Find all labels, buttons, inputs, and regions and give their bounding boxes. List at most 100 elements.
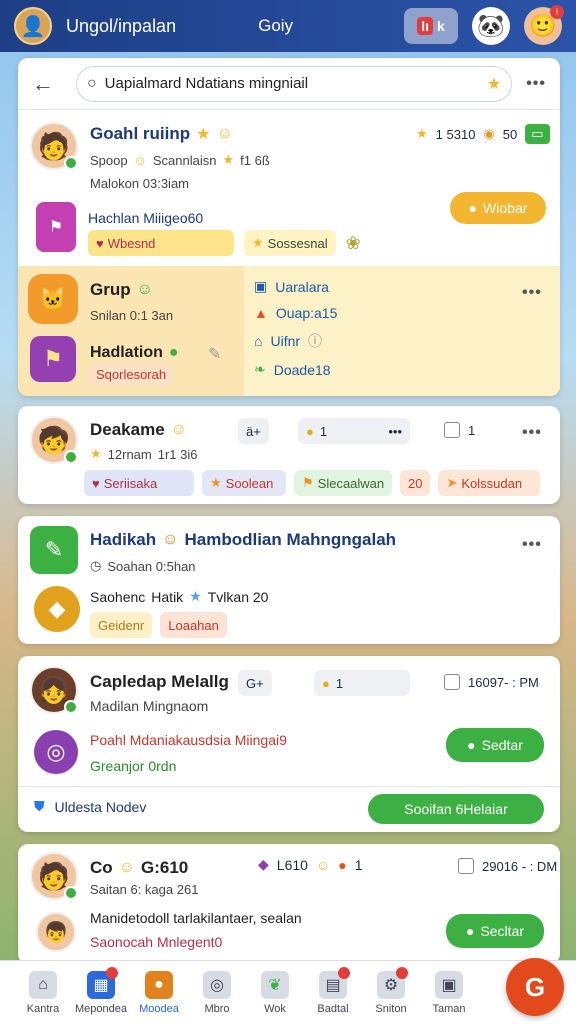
group-block: 🐱 Grup ☺ Snilan 0:1 3an ⚑ Hadlation ● Sq… [18,266,560,396]
calendar-icon[interactable] [458,858,474,874]
chat-icon[interactable]: ▭ [525,124,550,144]
action-button[interactable]: ● Sedtar [446,728,544,762]
fire-icon: ▲ [254,305,268,321]
more-options-icon[interactable]: ••• [522,284,542,302]
right-item-1[interactable]: Uaralara [275,279,329,295]
nav-item-more[interactable]: ◎ Mbro [188,970,246,1015]
avatar[interactable]: 🧑 [30,852,78,900]
event-title[interactable]: Hadlation [90,344,163,362]
profile-notification-dot: ! [550,5,564,19]
tag-chip-1[interactable]: ♥ Seriisaka [84,470,194,496]
tag-chip-2[interactable]: Loaahan [160,612,227,638]
check-count: 1 [468,422,476,438]
poster-name[interactable]: Co [90,858,113,878]
avatar-small[interactable]: 👦 [36,912,76,952]
action-button[interactable]: ● Wiobar [450,192,546,224]
right-item-4[interactable]: Doade18 [274,362,331,378]
tag-chip-2[interactable]: ★ Soolean [202,470,286,496]
avatar[interactable]: 🧑 [30,122,78,170]
online-indicator [64,886,78,900]
nav-item-work[interactable]: ❦ Wok [246,970,304,1015]
checkbox-icon[interactable] [444,422,460,438]
pill-label: 1 [335,675,344,691]
profile-icon: ▣ [435,970,463,999]
post-sub: Saitan 6: kaga 261 [90,882,199,897]
poster-name[interactable]: Goahl ruiinp [90,124,190,144]
reaction-pill-1[interactable]: G+ [238,670,272,696]
app-subtitle: Goiy [258,16,294,35]
nav-label: Sniton [375,1002,407,1015]
tag-chip-1[interactable]: ♥ Wbesnd [88,230,234,256]
panda-icon[interactable]: 🐼 [472,7,510,45]
sticker-icon[interactable]: ★ [487,74,501,94]
photo-icon: ▣ [254,278,268,294]
tag-chip-5[interactable]: ➤ Kolssudan [438,470,541,496]
cake-icon: ● [338,856,347,873]
pill-label: ä+ [246,423,261,439]
notification-dot [396,966,408,979]
nav-item-modes[interactable]: ● Moodea [130,970,188,1015]
post-message-2: Saonocah Mnlegent0 [90,934,223,950]
right-item-3[interactable]: Uifnr [270,333,300,349]
tag-chip-3[interactable]: ⚑ Slecaalwan [294,470,392,496]
smile-icon: ☺ [136,281,153,298]
modes-icon: ● [145,970,173,999]
tag-chip-2[interactable]: ★ Sossesnal [244,230,336,256]
bolt-icon: ➤ [446,475,458,490]
post-sub: Soahan 0:5han [107,558,196,574]
checkbox-icon[interactable] [444,674,460,690]
post-title[interactable]: Hadikah [90,530,156,550]
post-title-2[interactable]: Hambodlian Mahngngalah [184,530,396,550]
poster-name-2[interactable]: G:610 [141,858,188,878]
notification-dot [106,966,118,979]
nav-item-home[interactable]: ⌂ Kantra [14,970,72,1015]
tag-chip-4[interactable]: 20 [400,470,431,496]
star-icon: ★ [196,126,211,143]
profile-avatar[interactable]: 🙂! [524,5,564,45]
nav-item-profile[interactable]: ▣ Taman [420,970,478,1015]
star-icon: ★ [189,588,202,604]
right-item-2[interactable]: Ouap:a15 [276,305,338,321]
tag-label: Sossesnal [267,235,328,251]
nav-item-settings[interactable]: ⚙ Sniton [362,966,420,1015]
star-icon: ★ [210,475,222,490]
more-options-icon[interactable]: ••• [522,536,542,554]
post-text-green: Greanjor 0rdn [90,758,177,774]
tag-label: Soolean [225,475,274,491]
reaction-pill-2[interactable]: ● 1 [314,670,410,696]
search-box: ○ ★ [76,65,513,102]
user-avatar[interactable]: 👤 [14,7,52,45]
group-name[interactable]: Grup [90,280,131,300]
more-options-icon[interactable]: ••• [526,75,546,93]
reaction-pill-2[interactable]: ● 1 ••• [298,418,410,444]
back-arrow-icon[interactable]: ← [32,71,62,97]
more-options-icon[interactable]: ••• [522,424,542,442]
check-icon: ● [168,344,179,361]
check-icon: ● [468,200,478,216]
nav-item-battle[interactable]: ▤ Badtal [304,966,362,1015]
smile-icon: ☺ [315,856,331,873]
bookmark-icon: ⚑ [36,202,76,252]
compass-icon: ◎ [203,970,231,999]
bottom-nav: ⌂ Kantra ▦ Mepondea ● Moodea ◎ Mbro ❦ Wok ▤ Ba… [0,960,576,1024]
compose-fab[interactable]: G [506,958,564,1016]
footer-button[interactable]: Sooifan 6Helaiar [368,794,544,824]
nav-item-messages[interactable]: ▦ Mepondea [72,966,130,1015]
action-button[interactable]: ● Secltar [446,914,544,948]
online-indicator [64,156,78,170]
poster-name[interactable]: Deakame [90,420,165,440]
post-card-5: 🧑 Co ☺ G:610 Saitan 6: kaga 261 ◆ L610 ☺… [18,844,560,964]
reaction-pill-1[interactable]: ä+ [238,418,269,444]
pill-label: G+ [246,675,264,691]
footer-text[interactable]: Uldesta Nodev [55,799,147,815]
avatar[interactable]: 👧 [30,666,78,714]
tag-label: Seriisaka [103,475,158,491]
group-avatar-icon[interactable]: 🐱 [28,274,78,324]
poster-name[interactable]: Capledap Melallg [90,672,229,692]
tag-chip-1[interactable]: Geidenr [90,612,153,638]
notifications-button[interactable]: lı k [404,8,458,44]
search-input[interactable] [104,75,487,92]
avatar[interactable]: 🧒 [30,416,78,464]
post-stat-2: 1 [354,856,363,873]
tennis-icon[interactable]: ✎ [30,526,78,574]
